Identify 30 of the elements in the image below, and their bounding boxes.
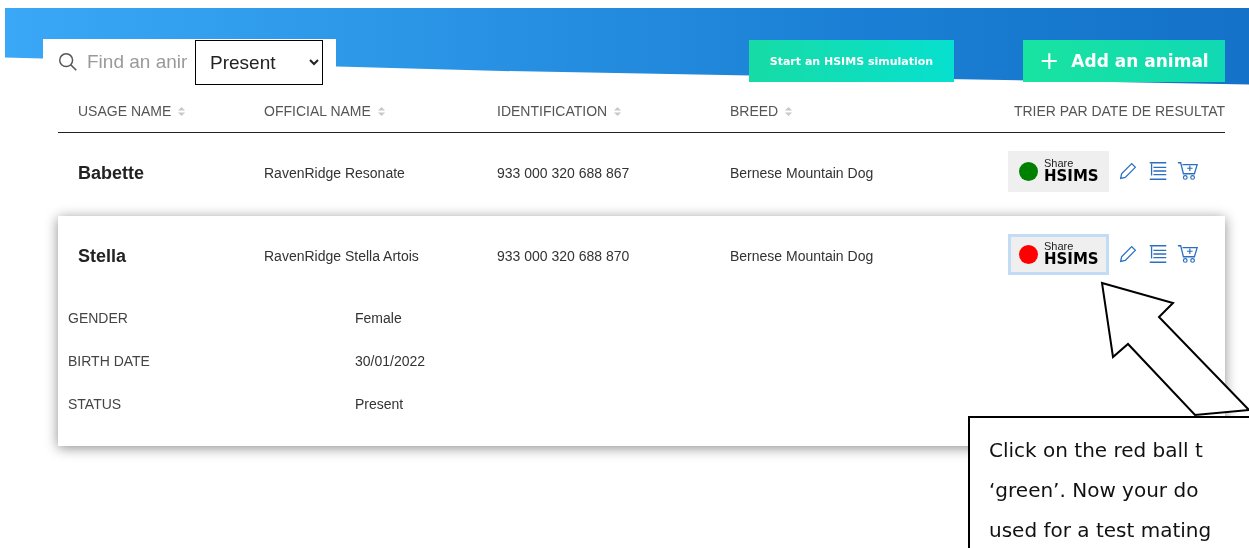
cart-icon[interactable] bbox=[1176, 160, 1199, 182]
column-header[interactable]: OFFICIAL NAME bbox=[264, 103, 371, 119]
share-label: Share bbox=[1044, 158, 1074, 169]
table-cell-text: Bernese Mountain Dog bbox=[730, 165, 875, 181]
cart-icon[interactable] bbox=[1176, 243, 1199, 265]
column-header[interactable]: IDENTIFICATION bbox=[497, 103, 608, 119]
table-cell-text: Bernese Mountain Dog bbox=[730, 248, 875, 264]
column-header[interactable]: USAGE NAME bbox=[78, 103, 172, 119]
detail-label: BIRTH DATE bbox=[68, 353, 151, 369]
table-cell-text: RavenRidge Stella Artois bbox=[264, 248, 420, 264]
column-header[interactable]: BREED bbox=[730, 103, 779, 119]
usage-name: Stella bbox=[78, 245, 128, 267]
detail-value: 30/01/2022 bbox=[355, 353, 427, 369]
hsims-label: HSIMS bbox=[1044, 252, 1099, 267]
status-select[interactable]: Present bbox=[195, 39, 323, 85]
hsims-label: HSIMS bbox=[1044, 169, 1099, 184]
table-cell-text: 933 000 320 688 870 bbox=[497, 248, 631, 264]
detail-label: STATUS bbox=[68, 396, 123, 412]
detail-label: GENDER bbox=[68, 310, 129, 326]
share-label: Share bbox=[1044, 241, 1074, 252]
detail-value: Present bbox=[355, 396, 405, 412]
share-hsims-button[interactable]: Share HSIMS bbox=[1008, 233, 1109, 275]
search-icon bbox=[57, 51, 79, 73]
search-field[interactable]: Find an anir bbox=[87, 51, 195, 73]
table-cell-text: RavenRidge Resonate bbox=[264, 165, 406, 181]
usage-name: Babette bbox=[78, 162, 145, 184]
column-header: TRIER PAR DATE DE RESULTAT bbox=[1013, 103, 1225, 119]
share-hsims-button[interactable]: Share HSIMS bbox=[1008, 150, 1109, 192]
table-cell-text: 933 000 320 688 867 bbox=[497, 165, 631, 181]
detail-value: Female bbox=[355, 310, 403, 326]
